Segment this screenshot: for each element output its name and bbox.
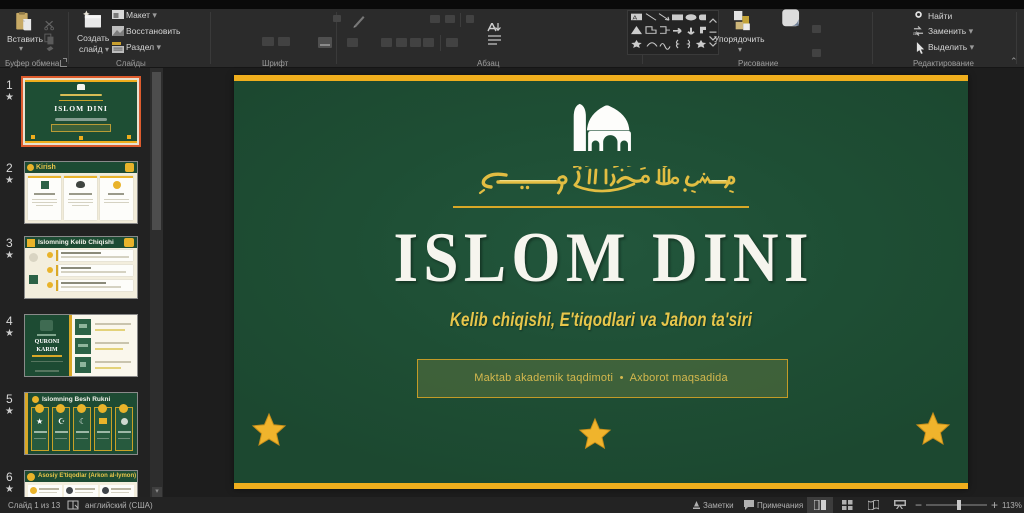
svg-text:ab: ab (913, 31, 919, 36)
svg-text:A: A (633, 15, 638, 21)
